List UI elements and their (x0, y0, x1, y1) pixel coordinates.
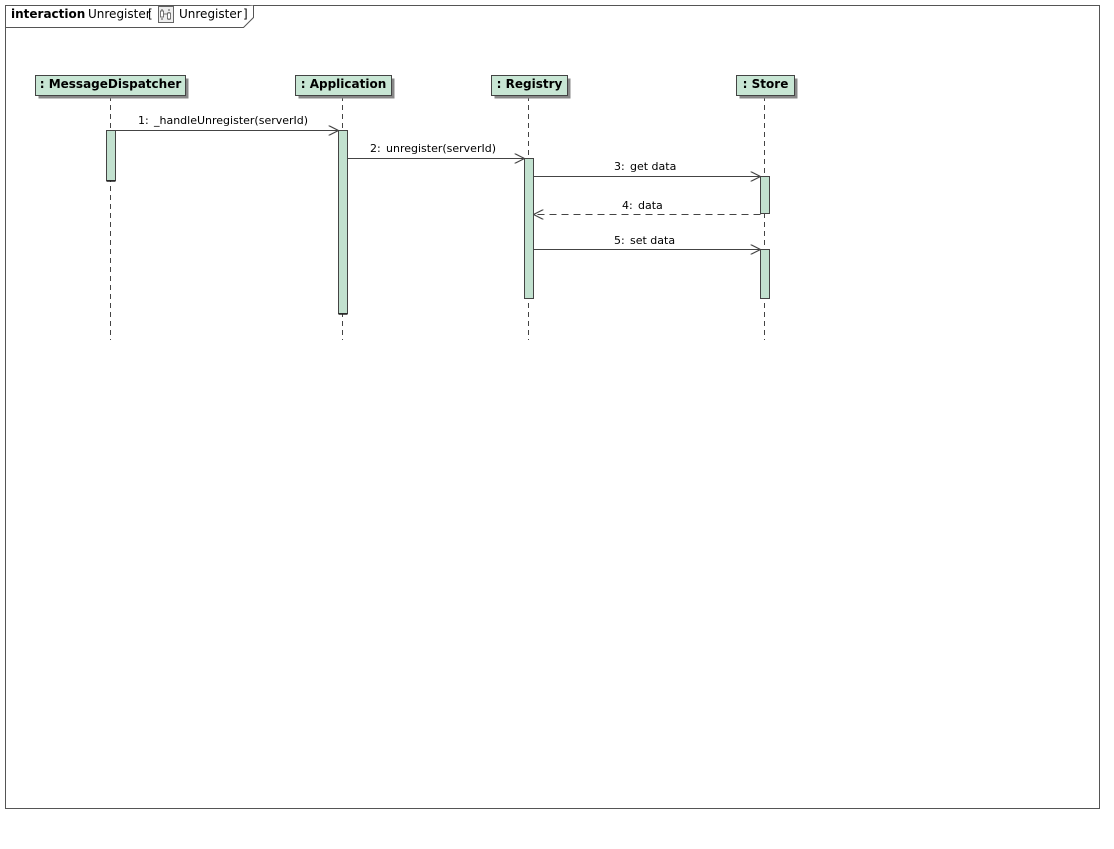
message-unregister[interactable]: 2: unregister(serverId) (347, 142, 525, 159)
message-text: unregister(serverId) (386, 142, 496, 155)
message-text: _handleUnregister(serverId) (153, 114, 308, 127)
activation-dispatcher (106, 130, 116, 181)
message-number: 1: (138, 114, 149, 127)
sequence-diagram-icon (158, 6, 174, 23)
sequence-diagram: interaction Unregister [ Unregister ] : … (5, 5, 1100, 809)
message-get-data[interactable]: 3: get data (533, 160, 761, 177)
message-text: data (638, 199, 663, 212)
frame-ref-name: Unregister (179, 7, 242, 21)
message-number: 3: (614, 160, 625, 173)
message-text: get data (630, 160, 676, 173)
activation-registry (524, 158, 534, 299)
message-text: set data (630, 234, 675, 247)
frame-close-bracket: ] (243, 7, 248, 21)
frame-keyword: interaction (11, 7, 85, 21)
lifeline-label: : MessageDispatcher (40, 77, 182, 91)
message-data-reply[interactable]: 4: data (533, 199, 761, 215)
activation-store-set (760, 249, 770, 299)
activation-application (338, 130, 348, 314)
frame-name: Unregister (88, 7, 151, 21)
message-number: 4: (622, 199, 633, 212)
message-number: 2: (370, 142, 381, 155)
message-set-data[interactable]: 5: set data (533, 234, 761, 250)
activation-store-get (760, 176, 770, 214)
lifeline-label: : Store (743, 77, 789, 91)
lifeline-label: : Registry (497, 77, 563, 91)
frame-open-bracket: [ (148, 7, 153, 21)
message-number: 5: (614, 234, 625, 247)
message-handle-unregister[interactable]: 1: _handleUnregister(serverId) (115, 114, 339, 131)
lifeline-label: : Application (301, 77, 387, 91)
